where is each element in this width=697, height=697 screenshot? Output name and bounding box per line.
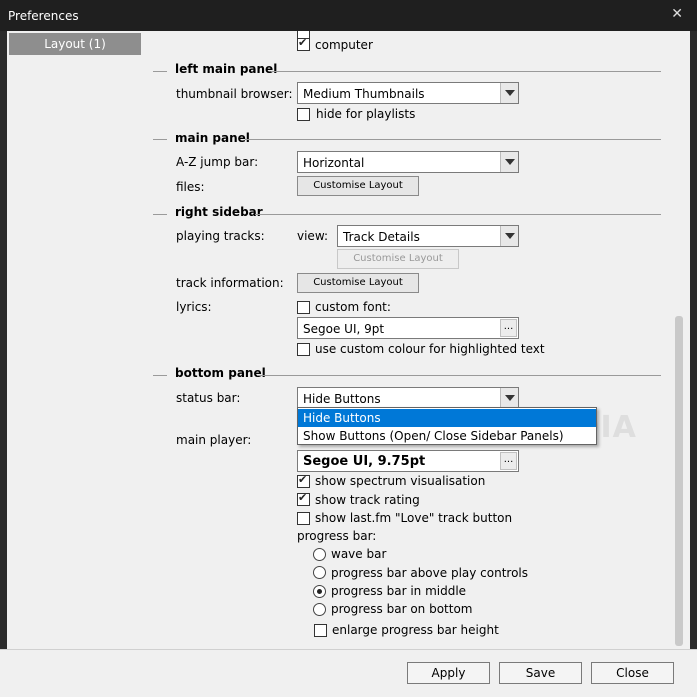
radio-progress-bottom[interactable] xyxy=(313,603,326,616)
status-bar-value: Hide Buttons xyxy=(303,392,381,406)
files-customise-layout-button[interactable]: Customise Layout xyxy=(297,176,419,196)
divider xyxy=(153,375,167,376)
section-header-bottom-panel: bottom panel xyxy=(175,366,266,380)
divider xyxy=(271,71,661,72)
radio-label: wave bar xyxy=(331,547,387,561)
dialog-footer: Apply Save Close xyxy=(0,649,697,697)
view-value: Track Details xyxy=(343,230,420,244)
show-lastfm-checkbox[interactable] xyxy=(297,512,310,525)
track-information-label: track information: xyxy=(176,276,284,290)
view-select[interactable]: Track Details xyxy=(337,225,519,247)
divider xyxy=(153,71,167,72)
enlarge-progress-checkbox[interactable] xyxy=(314,624,327,637)
playing-tracks-label: playing tracks: xyxy=(176,229,265,243)
custom-colour-label: use custom colour for highlighted text xyxy=(315,342,545,356)
close-button[interactable]: Close xyxy=(591,662,674,684)
custom-font-checkbox[interactable] xyxy=(297,301,310,314)
view-label: view: xyxy=(297,229,329,243)
section-header-right-sidebar: right sidebar xyxy=(175,205,263,219)
divider xyxy=(153,139,167,140)
computer-label: computer xyxy=(315,38,373,52)
save-button[interactable]: Save xyxy=(499,662,582,684)
radio-progress-above[interactable] xyxy=(313,566,326,579)
files-label: files: xyxy=(176,180,205,194)
divider xyxy=(257,375,661,376)
view-customise-layout-button[interactable]: Customise Layout xyxy=(337,249,459,269)
custom-colour-checkbox[interactable] xyxy=(297,343,310,356)
enlarge-progress-label: enlarge progress bar height xyxy=(332,623,499,637)
chevron-down-icon xyxy=(500,226,518,246)
hide-for-playlists-checkbox[interactable] xyxy=(297,108,310,121)
radio-label: progress bar on bottom xyxy=(331,602,473,616)
thumbnail-browser-select[interactable]: Medium Thumbnails xyxy=(297,82,519,104)
divider xyxy=(245,139,661,140)
dropdown-option-hide-buttons[interactable]: Hide Buttons xyxy=(298,409,596,427)
lyrics-font-field[interactable]: Segoe UI, 9pt ... xyxy=(297,317,519,339)
show-spectrum-checkbox[interactable] xyxy=(297,473,310,488)
chevron-down-icon xyxy=(500,83,518,103)
track-info-customise-layout-button[interactable]: Customise Layout xyxy=(297,273,419,293)
main-player-font-value: Segoe UI, 9.75pt xyxy=(303,454,426,469)
close-icon[interactable]: ✕ xyxy=(671,6,683,22)
status-bar-select[interactable]: Hide Buttons xyxy=(297,387,519,409)
scrollbar[interactable] xyxy=(674,31,684,649)
lyrics-label: lyrics: xyxy=(176,300,212,314)
radio-wave-bar[interactable] xyxy=(313,548,326,561)
radio-label: progress bar in middle xyxy=(331,584,467,598)
settings-panel: computer left main panel thumbnail brows… xyxy=(143,31,690,649)
show-lastfm-label: show last.fm "Love" track button xyxy=(315,511,513,525)
sidebar-item-layout[interactable]: Layout (1) xyxy=(9,33,141,55)
main-player-font-field[interactable]: Segoe UI, 9.75pt ... xyxy=(297,450,519,472)
chevron-down-icon xyxy=(500,388,518,408)
thumbnail-browser-value: Medium Thumbnails xyxy=(303,87,425,101)
browse-font-button[interactable]: ... xyxy=(500,319,517,337)
computer-checkbox[interactable] xyxy=(297,36,310,51)
az-jump-bar-label: A-Z jump bar: xyxy=(176,155,259,169)
browse-font-button[interactable]: ... xyxy=(500,452,517,470)
window-title: Preferences xyxy=(8,9,79,23)
status-bar-label: status bar: xyxy=(176,391,241,405)
show-spectrum-label: show spectrum visualisation xyxy=(315,474,486,488)
divider xyxy=(153,214,167,215)
sidebar: Layout (1) xyxy=(7,31,143,649)
status-bar-dropdown-list: Hide Buttons Show Buttons (Open/ Close S… xyxy=(297,407,597,445)
title-bar: Preferences ✕ xyxy=(0,0,697,31)
section-header-main-panel: main panel xyxy=(175,131,250,145)
show-track-rating-checkbox[interactable] xyxy=(297,491,310,506)
divider xyxy=(255,214,661,215)
section-header-left-main-panel: left main panel xyxy=(175,62,278,76)
dropdown-option-show-buttons[interactable]: Show Buttons (Open/ Close Sidebar Panels… xyxy=(298,427,596,445)
lyrics-font-value: Segoe UI, 9pt xyxy=(303,322,385,336)
preferences-window: Preferences ✕ Layout (1) computer left m… xyxy=(0,0,697,697)
az-jump-bar-value: Horizontal xyxy=(303,156,365,170)
radio-progress-middle[interactable] xyxy=(313,585,326,598)
hide-for-playlists-label: hide for playlists xyxy=(316,107,416,121)
scrollbar-thumb[interactable] xyxy=(675,316,683,646)
main-player-label: main player: xyxy=(176,433,252,447)
custom-font-label: custom font: xyxy=(315,300,391,314)
progress-bar-label: progress bar: xyxy=(297,529,377,543)
chevron-down-icon xyxy=(500,152,518,172)
show-track-rating-label: show track rating xyxy=(315,493,420,507)
az-jump-bar-select[interactable]: Horizontal xyxy=(297,151,519,173)
radio-label: progress bar above play controls xyxy=(331,566,529,580)
apply-button[interactable]: Apply xyxy=(407,662,490,684)
thumbnail-browser-label: thumbnail browser: xyxy=(176,87,293,101)
